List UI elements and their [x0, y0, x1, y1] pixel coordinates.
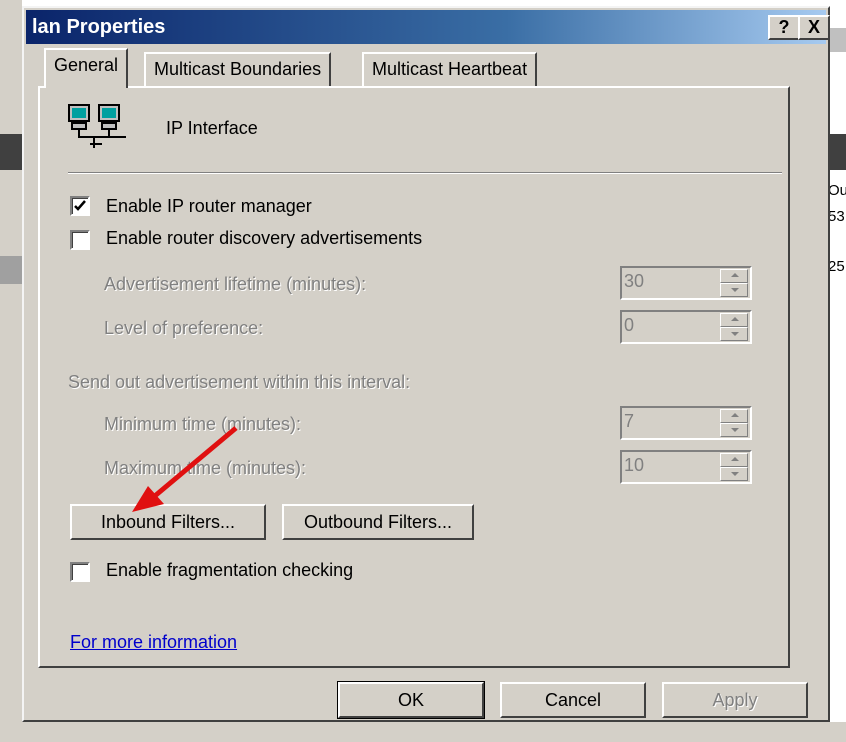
advertisement-lifetime-label: Advertisement lifetime (minutes):	[104, 274, 367, 294]
spinner-arrows	[720, 409, 748, 437]
window-title: lan Properties	[32, 16, 166, 38]
spinner-arrows	[720, 313, 748, 341]
background-column-text: Ou	[828, 182, 846, 199]
title-bar[interactable]: lan Properties ? X	[26, 10, 830, 44]
outbound-filters-button[interactable]: Outbound Filters...	[282, 504, 474, 540]
maximum-time-value: 10	[624, 455, 645, 475]
advertisement-lifetime-spinner[interactable]: 30	[620, 266, 752, 300]
network-computers-icon	[68, 104, 126, 148]
cancel-button[interactable]: Cancel	[500, 682, 646, 718]
help-button[interactable]: ?	[768, 15, 800, 40]
spin-up-icon[interactable]	[720, 269, 748, 283]
separator	[68, 172, 782, 174]
ok-button[interactable]: OK	[337, 681, 485, 719]
spin-down-icon[interactable]	[720, 467, 748, 481]
spinner-arrows	[720, 269, 748, 297]
spin-down-icon[interactable]	[720, 327, 748, 341]
spin-up-icon[interactable]	[720, 313, 748, 327]
enable-router-discovery-checkbox[interactable]	[70, 230, 90, 250]
tab-multicast-boundaries[interactable]: Multicast Boundaries	[144, 52, 332, 86]
apply-button[interactable]: Apply	[662, 682, 808, 718]
more-information-link[interactable]: For more information	[70, 632, 237, 653]
background-header-dark	[0, 134, 22, 170]
background-column-text: 25	[828, 258, 845, 275]
spin-down-icon[interactable]	[720, 423, 748, 437]
minimum-time-value: 7	[624, 411, 635, 431]
minimum-time-label: Minimum time (minutes):	[104, 414, 302, 434]
close-button[interactable]: X	[798, 15, 830, 40]
minimum-time-spinner[interactable]: 7	[620, 406, 752, 440]
advertisement-lifetime-value: 30	[624, 271, 645, 291]
enable-fragmentation-checking-checkbox[interactable]	[70, 562, 90, 582]
background-right-edge	[830, 170, 846, 742]
spin-up-icon[interactable]	[720, 409, 748, 423]
enable-fragmentation-checking-label: Enable fragmentation checking	[106, 560, 354, 580]
level-of-preference-label: Level of preference:	[104, 318, 264, 338]
tab-multicast-heartbeat[interactable]: Multicast Heartbeat	[362, 52, 538, 86]
inbound-filters-button[interactable]: Inbound Filters...	[70, 504, 266, 540]
background-row	[0, 256, 22, 284]
background-right-dark	[830, 134, 846, 170]
enable-router-discovery-label: Enable router discovery advertisements	[106, 228, 423, 248]
enable-ip-router-manager-checkbox[interactable]	[70, 196, 90, 216]
maximum-time-label: Maximum time (minutes):	[104, 458, 307, 478]
spin-up-icon[interactable]	[720, 453, 748, 467]
tab-general[interactable]: General	[44, 48, 129, 88]
level-of-preference-spinner[interactable]: 0	[620, 310, 752, 344]
maximum-time-spinner[interactable]: 10	[620, 450, 752, 484]
spin-down-icon[interactable]	[720, 283, 748, 297]
level-of-preference-value: 0	[624, 315, 635, 335]
background-window-bar	[0, 0, 22, 742]
checkmark-icon	[74, 200, 86, 211]
enable-ip-router-manager-label: Enable IP router manager	[106, 196, 312, 216]
interface-label: IP Interface	[166, 118, 258, 138]
spinner-arrows	[720, 453, 748, 481]
background-column-text: 53	[828, 208, 845, 225]
background-bottom-bar	[0, 722, 846, 742]
interval-heading: Send out advertisement within this inter…	[68, 372, 411, 392]
